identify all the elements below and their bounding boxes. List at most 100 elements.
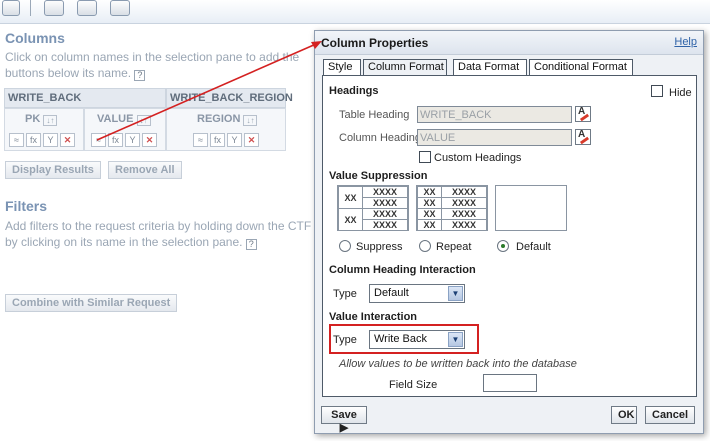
preview-cell-xxxx: XXXX: [362, 219, 408, 231]
column-pk-buttons: ≈ fx Y ✕: [9, 133, 75, 147]
column-heading-format-icon[interactable]: [575, 129, 591, 145]
filter-icon[interactable]: Y: [43, 133, 58, 147]
cancel-button[interactable]: Cancel: [645, 406, 695, 424]
tab-column-format[interactable]: Column Format: [363, 59, 447, 76]
preview-cell-xx: XX: [338, 186, 363, 209]
sort-icon[interactable]: ↓↑: [136, 115, 151, 126]
value-suppression-title: Value Suppression: [329, 170, 428, 182]
columns-help-text: buttons below its name.: [5, 66, 132, 80]
filters-help-text: by clicking on its name in the selection…: [5, 235, 243, 249]
column-region-buttons: ≈ fx Y ✕: [193, 133, 259, 147]
preview-cell-xx: XX: [417, 197, 442, 209]
combine-similar-request-button[interactable]: Combine with Similar Request: [5, 294, 178, 312]
preview-cell-xxxx: XXXX: [362, 208, 408, 220]
save-button-label: Save: [331, 409, 357, 421]
suppress-preview-grid: XX XXXX XXXX XX XXXX XXXX: [338, 186, 408, 231]
chevron-down-icon: ▼: [448, 286, 463, 301]
tab-conditional-format[interactable]: Conditional Format: [529, 59, 633, 75]
delete-icon[interactable]: ✕: [244, 133, 259, 147]
delete-icon[interactable]: ✕: [142, 133, 157, 147]
remove-all-button[interactable]: Remove All: [108, 161, 182, 179]
triangle-right-icon: ▶: [339, 422, 349, 434]
save-button[interactable]: Save ▶: [321, 406, 367, 434]
preview-cell-xxxx: XXXX: [441, 219, 487, 231]
custom-headings-label: Custom Headings: [434, 152, 522, 164]
suppress-preview[interactable]: XX XXXX XXXX XX XXXX XXXX: [337, 185, 409, 231]
heading-interaction-type-select[interactable]: Default ▼: [369, 284, 465, 303]
value-interaction-title: Value Interaction: [329, 311, 418, 323]
preview-cell-xx: XX: [417, 208, 442, 220]
repeat-preview[interactable]: XX XXXX XX XXXX XX XXXX XX XXXX: [416, 185, 488, 231]
write-back-hint: Allow values to be written back into the…: [339, 358, 577, 370]
properties-icon[interactable]: ≈: [9, 133, 24, 147]
top-toolbar: [0, 0, 710, 24]
display-results-button[interactable]: Display Results: [5, 161, 101, 179]
field-size-input[interactable]: [483, 374, 537, 392]
filter-icon[interactable]: Y: [125, 133, 140, 147]
value-interaction-type-select[interactable]: Write Back ▼: [369, 330, 465, 349]
sort-icon[interactable]: ↓↑: [43, 115, 58, 126]
field-size-label: Field Size: [389, 379, 438, 391]
column-group-write-back-region: WRITE_BACK_REGION: [166, 88, 293, 108]
column-group-write-back: WRITE_BACK: [4, 88, 166, 108]
repeat-radio[interactable]: [419, 240, 431, 252]
formula-icon[interactable]: fx: [26, 133, 41, 147]
default-radio[interactable]: [497, 240, 509, 252]
chart-icon[interactable]: [2, 0, 20, 16]
sort-icon[interactable]: ↓↑: [243, 115, 258, 126]
column-properties-dialog: Column Properties Help Style Column Form…: [314, 30, 704, 434]
suppress-label: Suppress: [356, 241, 403, 253]
dialog-footer: Save ▶ OK Cancel: [315, 397, 703, 434]
toolbar-divider: [30, 0, 31, 16]
column-format-panel: Headings Hide Table Heading Column Headi…: [322, 75, 697, 397]
column-heading-input[interactable]: [417, 129, 572, 146]
delete-icon[interactable]: ✕: [60, 133, 75, 147]
default-preview[interactable]: [495, 185, 567, 231]
preview-cell-xxxx: XXXX: [441, 208, 487, 220]
filters-help-line-1: Add filters to the request criteria by h…: [5, 219, 312, 233]
preview-cell-xxxx: XXXX: [441, 197, 487, 209]
ok-button[interactable]: OK: [611, 406, 637, 424]
help-link[interactable]: Help: [674, 36, 697, 48]
headings-section-title: Headings: [329, 85, 379, 97]
properties-icon[interactable]: ≈: [193, 133, 208, 147]
column-heading-interaction-title: Column Heading Interaction: [329, 264, 476, 276]
value-interaction-type-value: Write Back: [374, 333, 427, 345]
dialog-title-bar[interactable]: Column Properties Help: [315, 31, 703, 55]
formula-icon[interactable]: fx: [108, 133, 123, 147]
tab-style[interactable]: Style: [323, 59, 361, 75]
preview-cell-xx: XX: [417, 186, 442, 198]
preview-cell-xx: XX: [417, 219, 442, 231]
hide-checkbox[interactable]: [651, 85, 663, 97]
custom-headings-checkbox[interactable]: [419, 151, 431, 163]
help-question-icon[interactable]: ?: [134, 70, 146, 81]
column-pk[interactable]: PK ↓↑ ≈ fx Y ✕: [4, 108, 84, 151]
filters-title: Filters: [5, 198, 48, 214]
table-heading-label: Table Heading: [339, 109, 410, 121]
table-heading-format-icon[interactable]: [575, 106, 591, 122]
database-icon[interactable]: [77, 0, 97, 16]
column-pk-label: PK: [25, 113, 41, 125]
formula-icon[interactable]: fx: [210, 133, 225, 147]
preview-cell-xxxx: XXXX: [362, 197, 408, 209]
preview-cell-xxxx: XXXX: [362, 186, 408, 198]
repeat-label: Repeat: [436, 241, 472, 253]
dialog-title: Column Properties: [321, 36, 429, 50]
suppress-radio[interactable]: [339, 240, 351, 252]
columns-title: Columns: [5, 30, 65, 46]
hide-label: Hide: [669, 87, 692, 99]
properties-icon[interactable]: ≈: [91, 133, 106, 147]
chevron-down-icon: ▼: [448, 332, 463, 347]
column-value[interactable]: VALUE ↓↑ ≈ fx Y ✕: [84, 108, 166, 151]
table-icon[interactable]: [44, 0, 64, 16]
heading-interaction-type-value: Default: [374, 287, 409, 299]
table-heading-input[interactable]: [417, 106, 572, 123]
help-question-icon[interactable]: ?: [245, 239, 257, 250]
tab-data-format[interactable]: Data Format: [453, 59, 527, 75]
columns-help-line-1: Click on column names in the selection p…: [5, 50, 300, 64]
default-label: Default: [516, 241, 551, 253]
export-icon[interactable]: [110, 0, 130, 16]
column-region[interactable]: REGION ↓↑ ≈ fx Y ✕: [166, 108, 286, 151]
filters-help-line-2: by clicking on its name in the selection…: [5, 234, 325, 250]
filter-icon[interactable]: Y: [227, 133, 242, 147]
